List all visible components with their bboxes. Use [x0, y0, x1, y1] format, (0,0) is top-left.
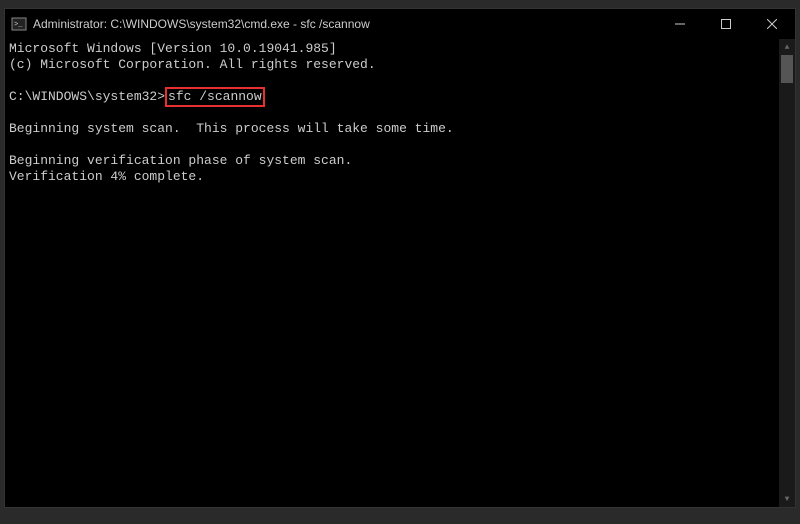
- command-highlight: sfc /scannow: [165, 87, 265, 107]
- svg-text:>_: >_: [14, 21, 23, 29]
- scrollbar-down-arrow[interactable]: ▼: [779, 491, 795, 507]
- cmd-icon: >_: [11, 16, 27, 32]
- minimize-button[interactable]: [657, 9, 703, 39]
- copyright-line: (c) Microsoft Corporation. All rights re…: [9, 57, 376, 72]
- window-controls: [657, 9, 795, 39]
- terminal-output[interactable]: Microsoft Windows [Version 10.0.19041.98…: [5, 39, 779, 507]
- verification-progress-line: Verification 4% complete.: [9, 169, 204, 184]
- maximize-button[interactable]: [703, 9, 749, 39]
- window-title: Administrator: C:\WINDOWS\system32\cmd.e…: [33, 17, 657, 31]
- verification-phase-line: Beginning verification phase of system s…: [9, 153, 352, 168]
- titlebar[interactable]: >_ Administrator: C:\WINDOWS\system32\cm…: [5, 9, 795, 39]
- command-text: sfc /scannow: [168, 89, 262, 104]
- content-area: Microsoft Windows [Version 10.0.19041.98…: [5, 39, 795, 507]
- close-button[interactable]: [749, 9, 795, 39]
- scan-start-line: Beginning system scan. This process will…: [9, 121, 454, 136]
- vertical-scrollbar[interactable]: ▲ ▼: [779, 39, 795, 507]
- scrollbar-up-arrow[interactable]: ▲: [779, 39, 795, 55]
- scrollbar-thumb[interactable]: [781, 55, 793, 83]
- prompt: C:\WINDOWS\system32>: [9, 89, 165, 104]
- cmd-window: >_ Administrator: C:\WINDOWS\system32\cm…: [4, 8, 796, 508]
- version-line: Microsoft Windows [Version 10.0.19041.98…: [9, 41, 337, 56]
- scrollbar-track[interactable]: [779, 55, 795, 491]
